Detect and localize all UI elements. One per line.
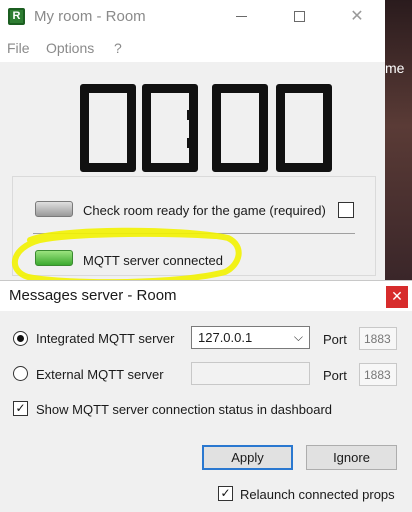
minimize-icon xyxy=(235,16,247,18)
close-button[interactable]: ✕ xyxy=(334,4,380,30)
integrated-port-label: Port xyxy=(323,332,347,347)
external-server-address-input[interactable] xyxy=(191,362,310,385)
menu-file[interactable]: File xyxy=(7,40,30,56)
ready-label: Check room ready for the game (required) xyxy=(83,203,326,218)
maximize-button[interactable] xyxy=(276,4,322,30)
timer-digit xyxy=(80,84,136,172)
relaunch-props-label: Relaunch connected props xyxy=(240,487,395,502)
timer-display xyxy=(70,84,332,174)
show-status-checkbox[interactable]: ✓ xyxy=(13,401,28,416)
checkmark-icon: ✓ xyxy=(220,486,231,500)
external-port-label: Port xyxy=(323,368,347,383)
dialog-messages-server: Messages server - Room ✕ Integrated MQTT… xyxy=(0,280,412,512)
integrated-port-field[interactable]: 1883 xyxy=(359,327,397,350)
status-panel: Check room ready for the game (required)… xyxy=(12,176,376,276)
title-bar: R My room - Room ✕ xyxy=(0,0,385,34)
minimize-button[interactable] xyxy=(218,4,264,30)
window-title: My room - Room xyxy=(34,8,146,25)
ignore-button[interactable]: Ignore xyxy=(306,445,397,470)
background-window: me xyxy=(385,0,412,280)
divider xyxy=(33,233,355,234)
show-status-label: Show MQTT server connection status in da… xyxy=(36,402,333,417)
close-icon: ✕ xyxy=(391,288,403,304)
timer-digit xyxy=(142,84,198,172)
relaunch-props-checkbox[interactable]: ✓ xyxy=(218,486,233,501)
integrated-server-radio[interactable] xyxy=(13,331,28,346)
menu-options[interactable]: Options xyxy=(46,40,94,56)
timer-colon xyxy=(187,138,197,148)
dialog-close-button[interactable]: ✕ xyxy=(386,286,408,308)
ready-status-led xyxy=(35,201,73,217)
external-server-label: External MQTT server xyxy=(36,367,164,382)
mqtt-status-label: MQTT server connected xyxy=(83,253,223,268)
menu-help[interactable]: ? xyxy=(114,40,122,56)
main-window: R My room - Room ✕ File Options ? Check … xyxy=(0,0,385,280)
background-window-text: me xyxy=(385,60,405,76)
apply-button[interactable]: Apply xyxy=(202,445,293,470)
close-icon: ✕ xyxy=(350,8,364,25)
chevron-down-icon: ⌵ xyxy=(293,330,303,344)
timer-digit xyxy=(212,84,268,172)
menu-bar: File Options ? xyxy=(0,34,385,62)
external-server-radio[interactable] xyxy=(13,366,28,381)
mqtt-status-led xyxy=(35,250,73,266)
app-icon: R xyxy=(8,8,25,25)
timer-digit xyxy=(276,84,332,172)
timer-colon xyxy=(187,110,197,120)
dialog-title-bar: Messages server - Room ✕ xyxy=(0,281,412,311)
integrated-server-label: Integrated MQTT server xyxy=(36,331,175,346)
maximize-icon xyxy=(293,11,305,23)
server-address-select[interactable]: 127.0.0.1 ⌵ xyxy=(191,326,310,349)
server-address-value: 127.0.0.1 xyxy=(198,330,253,345)
dialog-title: Messages server - Room xyxy=(9,287,177,304)
ready-checkbox[interactable] xyxy=(338,202,354,218)
external-port-field[interactable]: 1883 xyxy=(359,363,397,386)
checkmark-icon: ✓ xyxy=(15,401,26,415)
